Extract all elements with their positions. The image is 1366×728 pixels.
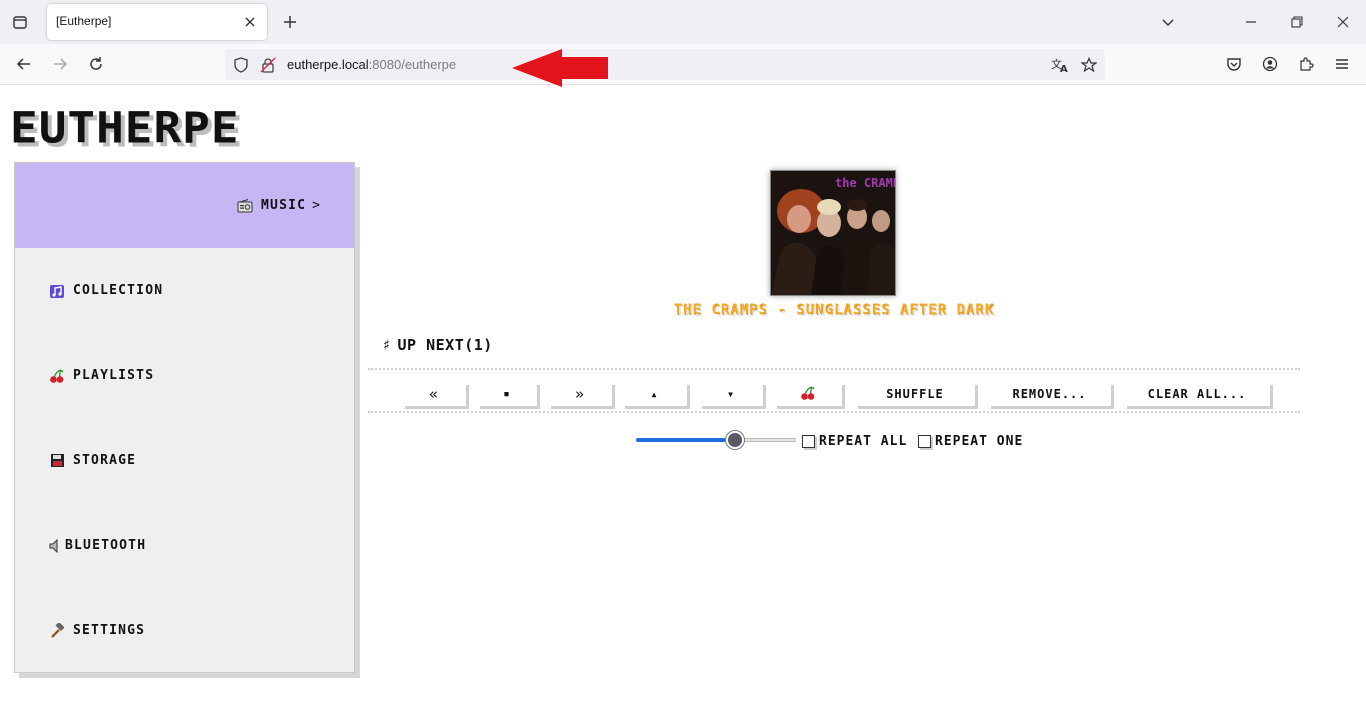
move-up-icon: ▲ — [651, 389, 658, 399]
hamburger-menu-icon[interactable] — [1330, 52, 1354, 76]
url-path: :8080/eutherpe — [368, 57, 457, 72]
sidebar-item-settings[interactable]: SETTINGS — [15, 588, 354, 673]
shuffle-button[interactable]: SHUFFLE — [855, 382, 975, 406]
repeat-one-toggle[interactable]: REPEAT ONE — [918, 434, 1023, 449]
queue-controls: « ■ » ▲ ▼ SHUFFLE REMOVE... CLEAR ALL... — [368, 380, 1300, 408]
repeat-one-checkbox[interactable] — [918, 435, 931, 448]
active-chevron: > — [312, 198, 320, 213]
next-button[interactable]: » — [548, 382, 612, 406]
hammer-icon — [49, 622, 65, 639]
new-tab-icon[interactable] — [280, 12, 300, 32]
speaker-icon — [49, 538, 59, 554]
sidebar-item-storage[interactable]: STORAGE — [15, 418, 354, 503]
url-text: eutherpe.local:8080/eutherpe — [287, 57, 456, 72]
up-next-label: UP NEXT(1) — [397, 336, 493, 354]
forward-icon[interactable] — [48, 52, 72, 76]
move-down-button[interactable]: ▼ — [699, 382, 763, 406]
stop-icon: ■ — [504, 390, 510, 398]
sidebar-item-music[interactable]: MUSIC > — [15, 163, 354, 248]
insecure-lock-icon[interactable] — [258, 55, 278, 75]
sidebar-item-bluetooth[interactable]: BLUETOOTH — [15, 503, 354, 588]
clear-all-button[interactable]: CLEAR ALL... — [1124, 382, 1270, 406]
sidebar-item-label: PLAYLISTS — [73, 368, 155, 383]
next-icon: » — [574, 385, 586, 403]
player-panel: the CRAMPS THE CRAMPS - SUNGLASSES AFTER… — [368, 160, 1300, 480]
stop-button[interactable]: ■ — [477, 382, 537, 406]
minimize-icon[interactable] — [1241, 12, 1261, 32]
extensions-icon[interactable] — [1294, 52, 1318, 76]
browser-tab-active[interactable]: [Eutherpe] — [47, 4, 267, 40]
remove-button[interactable]: REMOVE... — [988, 382, 1111, 406]
tab-title: [Eutherpe] — [56, 14, 112, 28]
album-cover-image: the CRAMPS — [770, 170, 896, 296]
sidebar-item-label: BLUETOOTH — [65, 538, 147, 553]
sidebar-item-collection[interactable]: COLLECTION — [15, 248, 354, 333]
volume-thumb[interactable] — [726, 431, 745, 449]
up-next-heading: ♯ UP NEXT(1) — [382, 336, 493, 354]
prev-icon: « — [428, 385, 440, 403]
volume-fill — [636, 438, 736, 442]
account-icon[interactable] — [1258, 52, 1282, 76]
move-up-button[interactable]: ▲ — [622, 382, 687, 406]
radio-icon — [237, 198, 253, 214]
back-icon[interactable] — [12, 52, 36, 76]
translate-icon[interactable]: 文A — [1050, 55, 1070, 75]
app-logo: EUTHERPE — [10, 103, 240, 153]
sidebar-nav: MUSIC > COLLECTION PLAYLISTS STORAGE BLU… — [14, 162, 355, 673]
annotation-arrow — [512, 49, 608, 87]
close-window-icon[interactable] — [1333, 12, 1353, 32]
tracking-shield-icon[interactable] — [231, 55, 251, 75]
previous-button[interactable]: « — [402, 382, 466, 406]
reload-icon[interactable] — [84, 52, 108, 76]
sidebar-item-label: MUSIC — [261, 198, 307, 213]
browser-nav-bar: eutherpe.local:8080/eutherpe 文A — [0, 44, 1366, 85]
pocket-icon[interactable] — [1222, 52, 1246, 76]
repeat-all-toggle[interactable]: REPEAT ALL — [802, 434, 907, 449]
svg-text:A: A — [1060, 64, 1068, 73]
url-host: eutherpe.local — [287, 57, 369, 72]
url-bar[interactable]: eutherpe.local:8080/eutherpe 文A — [225, 49, 1105, 80]
tab-list-icon[interactable] — [8, 10, 32, 34]
repeat-all-checkbox[interactable] — [802, 435, 815, 448]
tab-overflow-chevron-icon[interactable] — [1158, 12, 1178, 32]
restore-icon[interactable] — [1287, 12, 1307, 32]
browser-tab-bar: [Eutherpe] — [0, 0, 1366, 44]
divider — [368, 368, 1300, 370]
repeat-all-label: REPEAT ALL — [819, 434, 908, 449]
close-tab-icon[interactable] — [241, 13, 259, 31]
divider — [368, 411, 1300, 413]
now-playing-title: THE CRAMPS - SUNGLASSES AFTER DARK — [673, 302, 995, 318]
sidebar-item-label: SETTINGS — [73, 623, 146, 638]
volume-slider[interactable] — [636, 431, 796, 449]
bookmark-star-icon[interactable] — [1079, 55, 1099, 75]
sidebar-item-label: STORAGE — [73, 453, 137, 468]
move-down-icon: ▼ — [728, 389, 734, 399]
music-notes-icon — [49, 283, 65, 299]
floppy-disk-icon — [49, 453, 65, 469]
cherries-icon — [800, 385, 816, 404]
add-to-playlist-button[interactable] — [774, 382, 842, 406]
up-next-hash: ♯ — [382, 336, 392, 354]
cherries-icon — [49, 368, 65, 384]
sidebar-item-label: COLLECTION — [73, 283, 164, 298]
album-cover-text: the CRAMPS — [835, 176, 896, 190]
playback-options: REPEAT ALL REPEAT ONE — [634, 428, 1054, 452]
sidebar-item-playlists[interactable]: PLAYLISTS — [15, 333, 354, 418]
repeat-one-label: REPEAT ONE — [935, 434, 1024, 449]
